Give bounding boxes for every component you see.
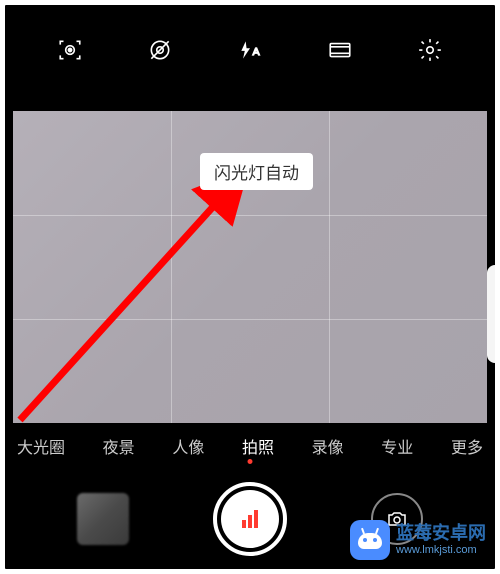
source-watermark: 蓝莓安卓网 www.lmkjsti.com bbox=[350, 520, 486, 560]
camera-app-screen: A 闪光灯自动 大光圈 夜景 人像 bbox=[0, 0, 500, 574]
mode-night[interactable]: 夜景 bbox=[103, 434, 135, 458]
shutter-button[interactable] bbox=[213, 482, 287, 556]
zoom-slider-handle[interactable] bbox=[487, 265, 495, 363]
settings-icon[interactable] bbox=[414, 34, 446, 66]
mode-pro[interactable]: 专业 bbox=[381, 434, 413, 458]
mode-video[interactable]: 录像 bbox=[312, 434, 344, 458]
grid-line bbox=[13, 215, 487, 216]
signal-bars-icon bbox=[242, 510, 258, 528]
gallery-thumbnail[interactable] bbox=[77, 493, 129, 545]
filter-off-icon[interactable] bbox=[144, 34, 176, 66]
mode-photo[interactable]: 拍照 bbox=[242, 434, 274, 458]
grid-line bbox=[13, 319, 487, 320]
ai-lens-icon[interactable] bbox=[54, 34, 86, 66]
camera-mode-selector[interactable]: 大光圈 夜景 人像 拍照 录像 专业 更多 bbox=[5, 431, 495, 461]
flash-status-tooltip: 闪光灯自动 bbox=[200, 153, 313, 190]
flash-auto-icon[interactable]: A bbox=[234, 34, 266, 66]
shutter-inner bbox=[221, 490, 279, 548]
aspect-ratio-icon[interactable] bbox=[324, 34, 356, 66]
grid-line bbox=[171, 111, 172, 423]
watermark-robot-icon bbox=[350, 520, 390, 560]
mode-aperture[interactable]: 大光圈 bbox=[17, 434, 65, 458]
svg-text:A: A bbox=[253, 47, 260, 58]
mode-more[interactable]: 更多 bbox=[451, 434, 483, 458]
grid-line bbox=[329, 111, 330, 423]
watermark-url: www.lmkjsti.com bbox=[396, 544, 486, 557]
top-toolbar: A bbox=[5, 25, 495, 75]
watermark-title: 蓝莓安卓网 bbox=[396, 523, 486, 545]
mode-portrait[interactable]: 人像 bbox=[172, 434, 204, 458]
active-mode-indicator bbox=[248, 459, 253, 464]
